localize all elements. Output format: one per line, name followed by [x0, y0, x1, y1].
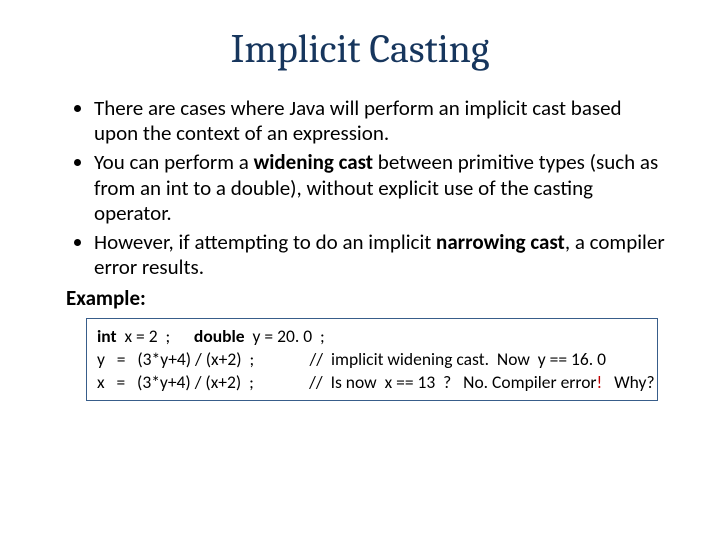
- code-keyword: int: [97, 325, 117, 347]
- bullet-text: You can perform a: [94, 149, 254, 175]
- code-line: int x = 2 ; double y = 20. 0 ;: [97, 325, 647, 348]
- slide-title: Implicit Casting: [0, 26, 720, 72]
- code-keyword: double: [194, 325, 245, 347]
- bullet-text: However, if attempting to do an implicit: [94, 229, 436, 255]
- code-line: x = (3*y+4) / (x+2) ; // Is now x == 13 …: [97, 371, 647, 394]
- code-line: y = (3*y+4) / (x+2) ; // implicit wideni…: [97, 348, 647, 371]
- slide-content: There are cases where Java will perform …: [0, 96, 720, 401]
- example-label: Example:: [66, 286, 666, 311]
- code-example-box: int x = 2 ; double y = 20. 0 ; y = (3*y+…: [86, 318, 658, 401]
- bullet-bold: widening cast: [254, 149, 374, 175]
- bullet-item: There are cases where Java will perform …: [94, 96, 666, 146]
- slide: Implicit Casting There are cases where J…: [0, 26, 720, 540]
- code-text: x = 2 ;: [117, 325, 194, 347]
- bullet-list: There are cases where Java will perform …: [70, 96, 666, 280]
- bullet-item: You can perform a widening cast between …: [94, 150, 666, 226]
- code-text: Why?: [602, 371, 654, 393]
- code-text: y = 20. 0 ;: [245, 325, 325, 347]
- bullet-item: However, if attempting to do an implicit…: [94, 230, 666, 280]
- code-text: x = (3*y+4) / (x+2) ; // Is now x == 13 …: [97, 371, 597, 393]
- bullet-bold: narrowing cast: [436, 229, 565, 255]
